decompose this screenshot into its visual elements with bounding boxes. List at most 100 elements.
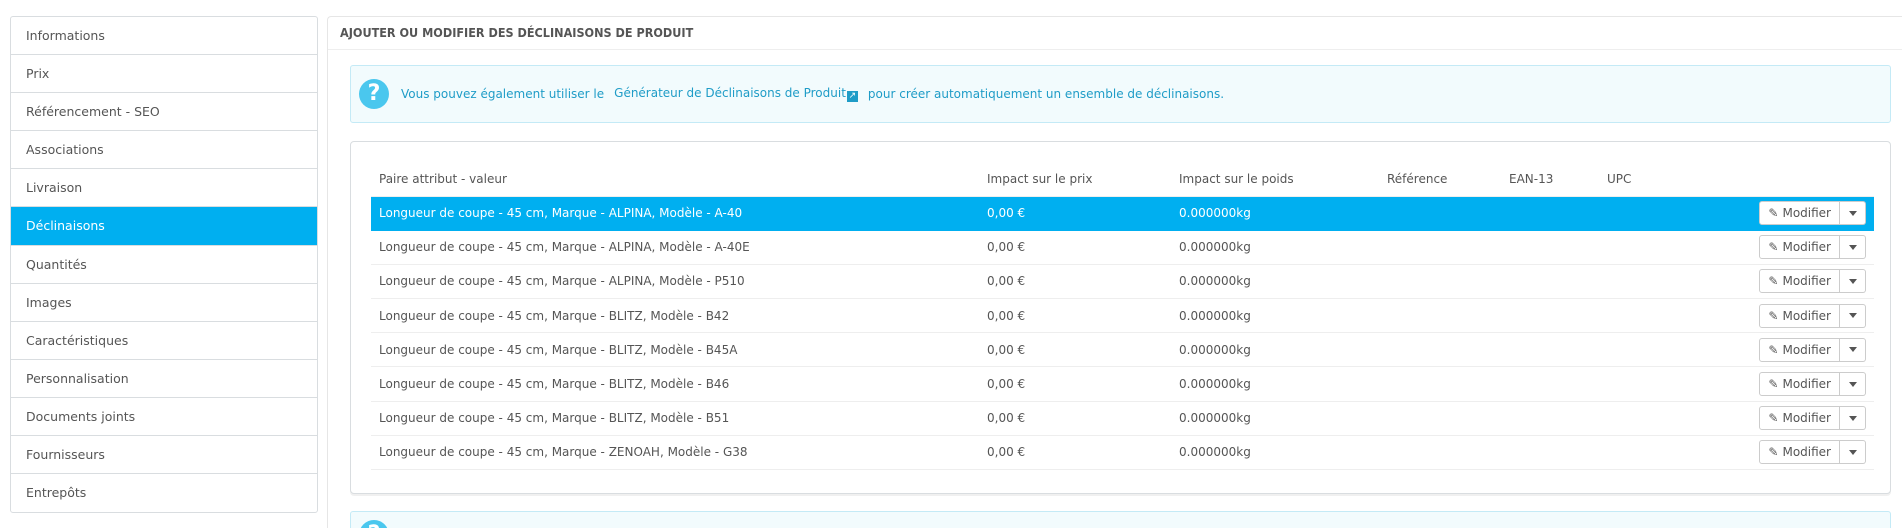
row-actions-dropdown-button[interactable]	[1840, 235, 1866, 260]
table-row[interactable]: Longueur de coupe - 45 cm, Marque - ALPI…	[371, 230, 1874, 265]
edit-button-label: Modifier	[1782, 274, 1831, 289]
header-reference[interactable]: Référence	[1379, 162, 1501, 197]
row-actions-dropdown-button[interactable]	[1840, 372, 1866, 397]
row-actions: ✎ Modifier	[1759, 372, 1866, 397]
row-actions: ✎ Modifier	[1759, 235, 1866, 260]
table-row[interactable]: Longueur de coupe - 45 cm, Marque - ALPI…	[371, 196, 1874, 231]
cell-upc	[1599, 435, 1679, 471]
external-link-icon: ↗	[846, 91, 858, 102]
edit-button-label: Modifier	[1782, 240, 1831, 255]
header-upc[interactable]: UPC	[1599, 162, 1679, 197]
cell-upc	[1599, 196, 1679, 231]
header-ean[interactable]: EAN-13	[1501, 162, 1599, 197]
cell-actions: ✎ Modifier	[1679, 435, 1874, 471]
header-weight[interactable]: Impact sur le poids	[1171, 162, 1379, 197]
caret-down-icon	[1848, 210, 1857, 216]
row-actions: ✎ Modifier	[1759, 201, 1866, 226]
header-attribute[interactable]: Paire attribut - valeur	[371, 162, 979, 197]
sidebar-item-informations[interactable]: Informations	[11, 17, 317, 56]
cell-weight: 0.000000kg	[1171, 298, 1379, 334]
row-actions-dropdown-button[interactable]	[1840, 269, 1866, 294]
sidebar-item-r-f-rencement-seo[interactable]: Référencement - SEO	[11, 93, 317, 132]
sidebar-item-fournisseurs[interactable]: Fournisseurs	[11, 436, 317, 475]
sidebar-item-associations[interactable]: Associations	[11, 131, 317, 170]
sidebar-item-entrep-ts[interactable]: Entrepôts	[11, 474, 317, 512]
table-row[interactable]: Longueur de coupe - 45 cm, Marque - BLIT…	[371, 298, 1874, 334]
cell-ean	[1501, 230, 1599, 265]
cell-attribute: Longueur de coupe - 45 cm, Marque - BLIT…	[371, 366, 979, 402]
cell-actions: ✎ Modifier	[1679, 332, 1874, 368]
caret-down-icon	[1848, 244, 1857, 250]
cell-reference	[1379, 230, 1501, 265]
cell-attribute: Longueur de coupe - 45 cm, Marque - BLIT…	[371, 332, 979, 368]
cell-ean	[1501, 401, 1599, 436]
table-row[interactable]: Longueur de coupe - 45 cm, Marque - BLIT…	[371, 401, 1874, 436]
cell-reference	[1379, 366, 1501, 402]
edit-button[interactable]: ✎ Modifier	[1759, 269, 1840, 294]
cell-price: 0,00 €	[979, 230, 1171, 265]
sidebar-item-quantit-s[interactable]: Quantités	[11, 246, 317, 284]
sidebar-item-caract-ristiques[interactable]: Caractéristiques	[11, 322, 317, 360]
edit-button[interactable]: ✎ Modifier	[1759, 406, 1840, 431]
row-actions-dropdown-button[interactable]	[1840, 201, 1866, 226]
edit-button-label: Modifier	[1782, 445, 1831, 460]
edit-button[interactable]: ✎ Modifier	[1759, 440, 1840, 465]
cell-attribute: Longueur de coupe - 45 cm, Marque - BLIT…	[371, 401, 979, 436]
cell-price: 0,00 €	[979, 401, 1171, 436]
table-header-row: Paire attribut - valeur Impact sur le pr…	[371, 162, 1874, 197]
combination-generator-link[interactable]: Générateur de Déclinaisons de Produit ↗	[614, 86, 858, 102]
row-actions-dropdown-button[interactable]	[1840, 440, 1866, 465]
cell-weight: 0.000000kg	[1171, 332, 1379, 368]
cell-ean	[1501, 366, 1599, 402]
sidebar-item-d-clinaisons[interactable]: Déclinaisons	[11, 207, 317, 246]
sidebar-item-images[interactable]: Images	[11, 284, 317, 322]
cell-attribute: Longueur de coupe - 45 cm, Marque - BLIT…	[371, 298, 979, 334]
header-price[interactable]: Impact sur le prix	[979, 162, 1171, 197]
page: Informations Prix Référencement - SEO Assoc…	[0, 0, 1902, 528]
cell-attribute: Longueur de coupe - 45 cm, Marque - ALPI…	[371, 196, 979, 231]
edit-button[interactable]: ✎ Modifier	[1759, 303, 1840, 328]
cell-reference	[1379, 196, 1501, 231]
combinations-panel: AJOUTER OU MODIFIER DES DÉCLINAISONS DE …	[327, 16, 1902, 528]
table-row[interactable]: Longueur de coupe - 45 cm, Marque - ZENO…	[371, 435, 1874, 471]
edit-button[interactable]: ✎ Modifier	[1759, 372, 1840, 397]
cell-price: 0,00 €	[979, 366, 1171, 402]
edit-button-label: Modifier	[1782, 206, 1831, 221]
question-circle-icon: ?	[359, 520, 389, 528]
combination-generator-link-label: Générateur de Déclinaisons de Produit	[614, 86, 846, 100]
table-row[interactable]: Longueur de coupe - 45 cm, Marque - BLIT…	[371, 366, 1874, 402]
sidebar-item-personnalisation[interactable]: Personnalisation	[11, 360, 317, 398]
caret-down-icon	[1848, 347, 1857, 353]
cell-reference	[1379, 332, 1501, 368]
pencil-icon: ✎	[1768, 274, 1779, 289]
sidebar-item-prix[interactable]: Prix	[11, 55, 317, 94]
edit-button[interactable]: ✎ Modifier	[1759, 201, 1840, 226]
cell-actions: ✎ Modifier	[1679, 366, 1874, 402]
cell-actions: ✎ Modifier	[1679, 298, 1874, 334]
cell-weight: 0.000000kg	[1171, 366, 1379, 402]
sidebar-item-documents-joints[interactable]: Documents joints	[11, 398, 317, 437]
table-row[interactable]: Longueur de coupe - 45 cm, Marque - ALPI…	[371, 264, 1874, 300]
pencil-icon: ✎	[1768, 342, 1779, 357]
row-actions-dropdown-button[interactable]	[1840, 303, 1866, 328]
edit-button[interactable]: ✎ Modifier	[1759, 337, 1840, 362]
cell-weight: 0.000000kg	[1171, 230, 1379, 265]
row-actions-dropdown-button[interactable]	[1840, 337, 1866, 362]
sidebar-item-livraison[interactable]: Livraison	[11, 169, 317, 208]
cell-ean	[1501, 264, 1599, 300]
combinations-card: Paire attribut - valeur Impact sur le pr…	[350, 141, 1891, 494]
cell-reference	[1379, 401, 1501, 436]
table-row[interactable]: Longueur de coupe - 45 cm, Marque - BLIT…	[371, 332, 1874, 368]
row-actions-dropdown-button[interactable]	[1840, 406, 1866, 431]
alert-text-after: pour créer automatiquement un ensemble d…	[867, 87, 1225, 101]
pencil-icon: ✎	[1768, 206, 1779, 221]
edit-button-label: Modifier	[1782, 342, 1831, 357]
cell-attribute: Longueur de coupe - 45 cm, Marque - ALPI…	[371, 264, 979, 300]
cell-reference	[1379, 435, 1501, 471]
combinations-table: Paire attribut - valeur Impact sur le pr…	[371, 162, 1874, 471]
edit-button[interactable]: ✎ Modifier	[1759, 235, 1840, 260]
cell-reference	[1379, 298, 1501, 334]
row-actions: ✎ Modifier	[1759, 406, 1866, 431]
pencil-icon: ✎	[1768, 377, 1779, 392]
panel-title: AJOUTER OU MODIFIER DES DÉCLINAISONS DE …	[328, 17, 1902, 50]
